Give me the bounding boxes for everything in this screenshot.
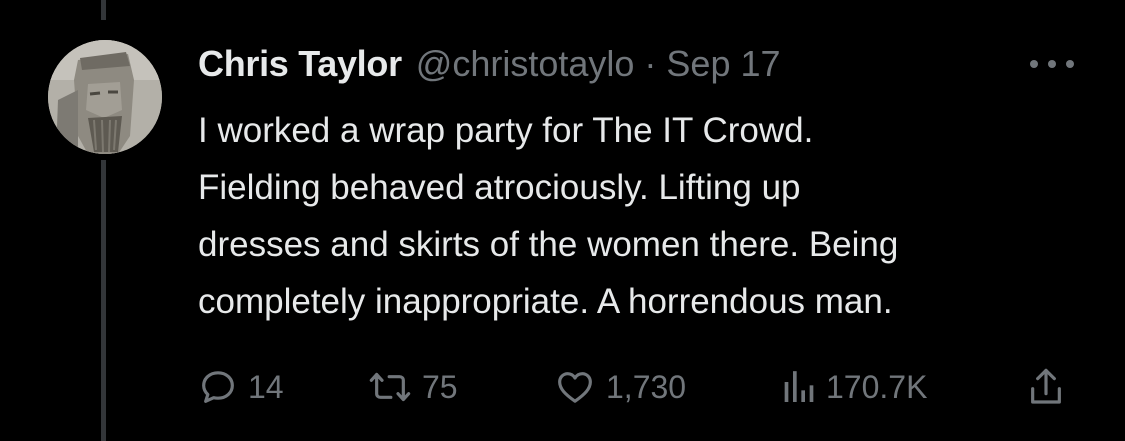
tweet-text-line: dresses and skirts of the women there. B… [198,225,899,264]
reply-button[interactable]: 14 [198,364,284,410]
display-name[interactable]: Chris Taylor [198,42,402,86]
header-separator: · [644,43,657,84]
share-button[interactable] [1026,364,1076,410]
tweet-text-line: completely inappropriate. A horrendous m… [198,282,893,321]
thread-line-bottom [101,160,106,441]
tweet-text: I worked a wrap party for The IT Crowd. … [198,102,1098,330]
more-dot [1048,60,1056,68]
tweet-header: Chris Taylor @christotaylo · Sep 17 [198,42,781,86]
reply-bubble-icon [202,371,234,403]
share-upload-icon [1031,368,1061,404]
action-bar: 14 75 1,730 170.7K [198,364,1078,410]
reply-count: 14 [248,368,284,405]
avatar-image [48,40,162,154]
like-button[interactable]: 1,730 [554,364,686,410]
views-bar-chart-icon [784,371,814,402]
like-count: 1,730 [606,368,687,405]
repost-arrows-icon [369,372,411,402]
views-button[interactable]: 170.7K [780,364,927,410]
views-count: 170.7K [826,368,928,405]
thread-line-top [101,0,106,20]
more-dot [1066,60,1074,68]
heart-icon [558,372,592,403]
avatar[interactable] [48,40,162,154]
repost-count: 75 [422,368,458,405]
more-dot [1030,60,1038,68]
tweet-date[interactable]: Sep 17 [666,42,780,86]
tweet-text-line: Fielding behaved atrociously. Lifting up [198,168,801,207]
repost-button[interactable]: 75 [368,364,458,410]
user-handle[interactable]: @christotaylo [416,42,635,86]
tweet-text-line: I worked a wrap party for The IT Crowd. [198,111,814,150]
more-horizontal-icon[interactable] [1030,52,1074,76]
